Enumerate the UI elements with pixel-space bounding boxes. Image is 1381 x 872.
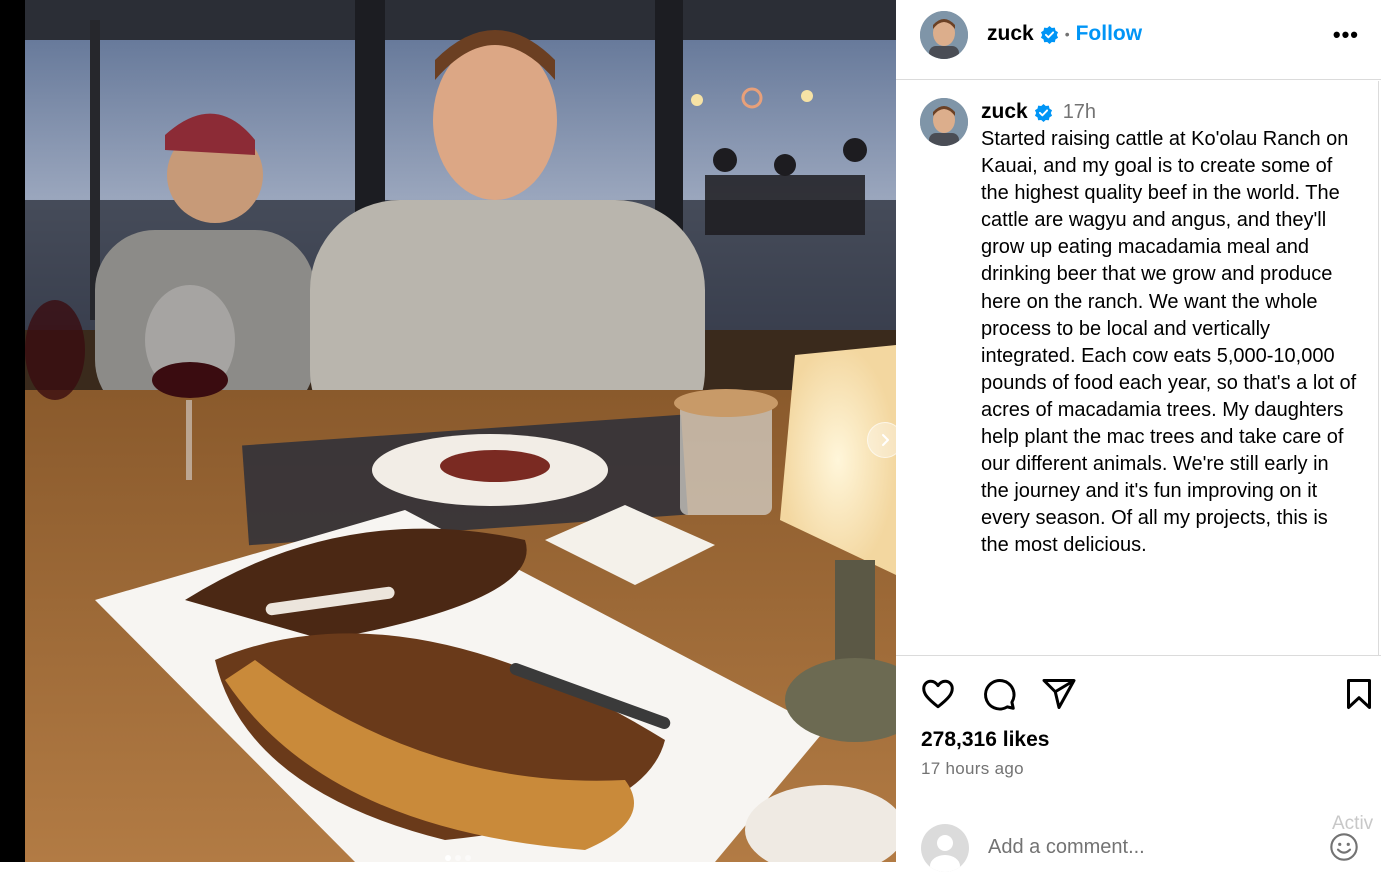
share-button[interactable] [1041,676,1077,717]
carousel-dot [465,855,471,861]
author-info: zuck • Follow [987,22,1142,46]
add-comment-input[interactable] [988,832,1288,862]
next-photo-button[interactable] [867,422,896,458]
avatar-image [920,11,968,59]
post-header: zuck • Follow ••• [896,0,1381,80]
caption-username[interactable]: zuck [981,100,1028,124]
header-separator: • [1064,26,1070,42]
carousel-indicator [445,855,471,861]
emoji-button[interactable] [1328,831,1360,868]
caption-author-avatar[interactable] [920,98,968,146]
verified-badge-icon [1040,25,1058,44]
more-options-button[interactable]: ••• [1333,22,1359,48]
bookmark-icon [1347,679,1371,709]
post-details-panel: zuck • Follow ••• zuck 17h Started raisi… [896,0,1381,872]
post-timestamp[interactable]: 17 hours ago [921,759,1024,779]
post-photo[interactable] [25,0,896,862]
author-avatar[interactable] [920,11,968,59]
caption-author-line: zuck 17h [981,100,1096,124]
carousel-dot [445,855,451,861]
author-username[interactable]: zuck [987,22,1034,46]
heart-icon [922,679,954,709]
default-avatar-icon [930,835,960,872]
comment-icon [984,679,1016,711]
emoji-icon [1330,833,1358,861]
likes-count[interactable]: 278,316 likes [921,728,1049,752]
dinner-photo-illustration [25,0,896,862]
send-icon [1042,679,1076,709]
avatar-image [920,98,968,146]
caption-text: Started raising cattle at Ko'olau Ranch … [981,128,1357,557]
carousel-dot [455,855,461,861]
chevron-right-icon [882,434,889,446]
post-actions-section: 278,316 likes 17 hours ago Activ [896,655,1381,872]
left-margin [0,0,25,862]
commenter-avatar [921,824,969,872]
caption-section: zuck 17h Started raising cattle at Ko'ol… [896,81,1379,655]
caption-age[interactable]: 17h [1063,101,1096,124]
verified-badge-icon [1034,103,1052,122]
like-button[interactable] [920,676,956,717]
comment-button[interactable] [981,676,1017,717]
follow-button[interactable]: Follow [1076,22,1143,46]
save-button[interactable] [1341,676,1377,717]
